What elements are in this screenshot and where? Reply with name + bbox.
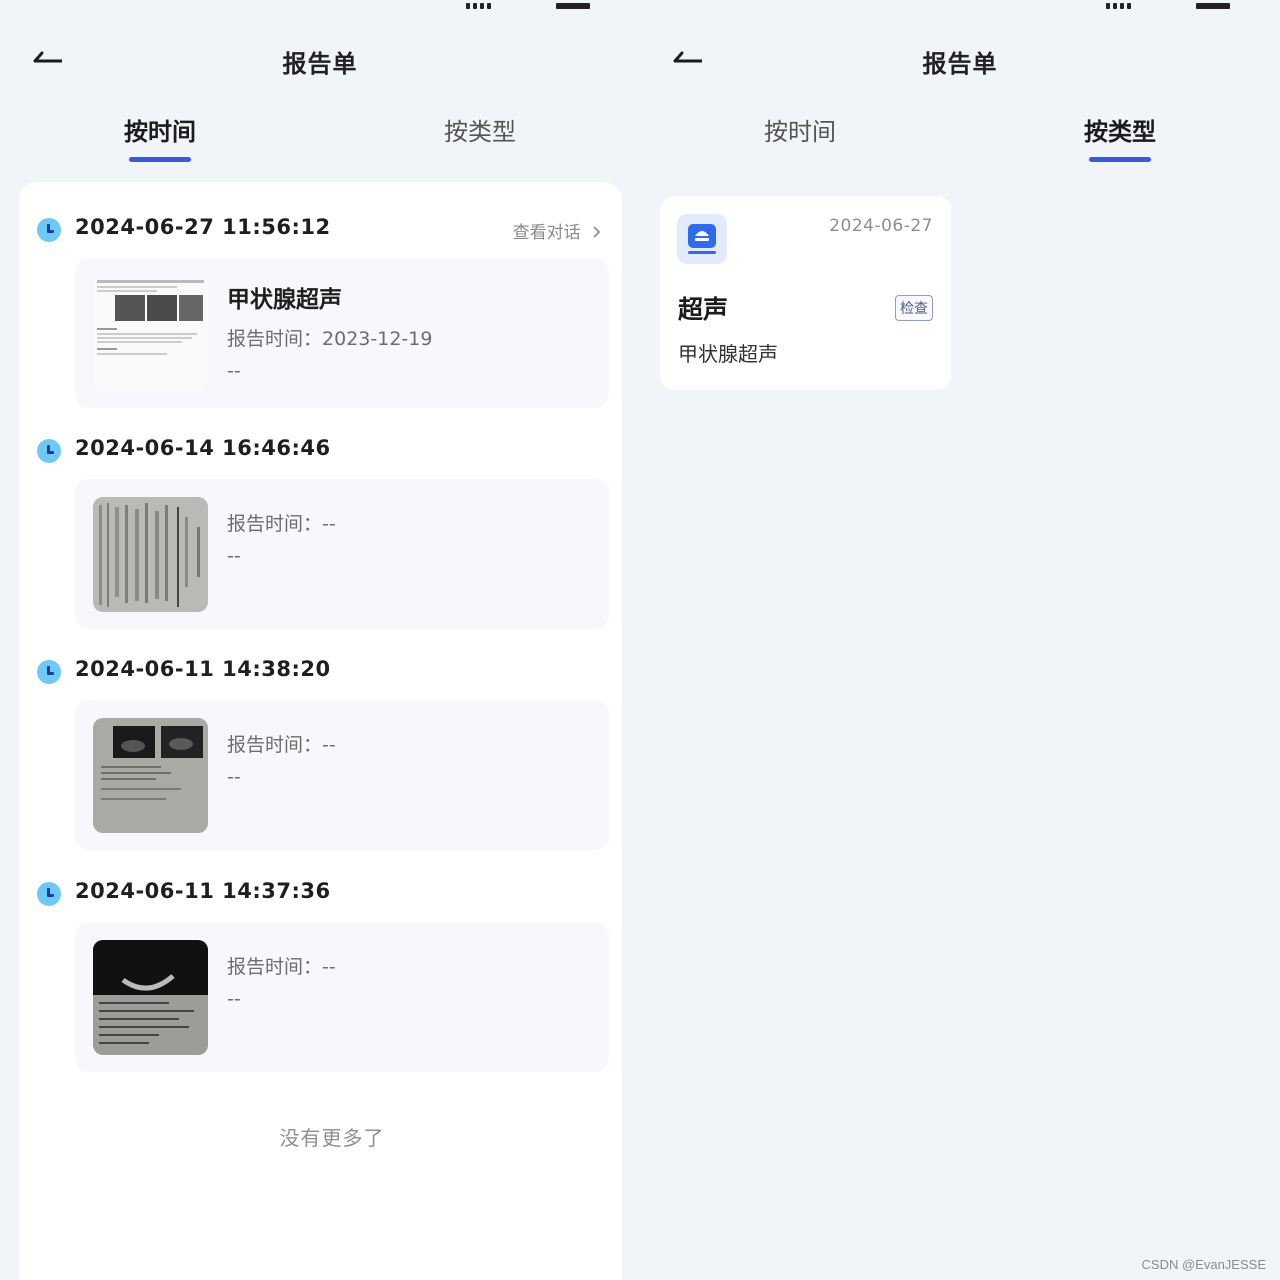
category-badge: 检查 — [895, 295, 933, 321]
clock-icon — [37, 660, 61, 684]
page-title: 报告单 — [282, 50, 358, 78]
report-item[interactable]: 报告时间：-- -- — [75, 922, 609, 1072]
report-thumbnail — [93, 940, 208, 1055]
report-extra: -- — [227, 988, 241, 1010]
report-time-row: 报告时间：-- — [227, 730, 336, 757]
report-time-value: -- — [322, 513, 336, 535]
report-time-row: 报告时间：-- — [227, 952, 336, 979]
ultrasound-icon — [677, 214, 727, 264]
tab-label: 按类型 — [444, 118, 516, 146]
group-timestamp: 2024-06-14 16:46:46 — [75, 436, 331, 460]
report-time-value: -- — [322, 956, 336, 978]
tab-active-indicator — [1089, 157, 1151, 162]
report-time-label: 报告时间： — [227, 513, 323, 535]
report-subtitle: 甲状腺超声 — [678, 342, 778, 366]
report-thumbnail — [93, 718, 208, 833]
report-item[interactable]: 报告时间：-- -- — [75, 479, 609, 629]
group-timestamp: 2024-06-11 14:37:36 — [75, 879, 331, 903]
tab-active-indicator — [129, 157, 191, 162]
report-item[interactable]: 甲状腺超声 报告时间：2023-12-19 -- — [75, 258, 609, 408]
report-title: 甲状腺超声 — [227, 287, 342, 313]
report-thumbnail — [93, 497, 208, 612]
report-item[interactable]: 报告时间：-- -- — [75, 700, 609, 850]
group-timestamp: 2024-06-11 14:38:20 — [75, 657, 331, 681]
view-conversation-label: 查看对话 — [512, 223, 581, 243]
clock-icon — [37, 882, 61, 906]
clock-icon — [37, 439, 61, 463]
report-time-label: 报告时间： — [227, 328, 323, 350]
tab-by-time[interactable]: 按时间 — [720, 112, 880, 168]
tab-by-time[interactable]: 按时间 — [80, 112, 240, 168]
chevron-right-icon — [593, 226, 601, 238]
status-bar-battery — [556, 0, 593, 9]
status-bar-signal — [1106, 0, 1134, 9]
report-extra: -- — [227, 545, 241, 567]
status-bar-signal — [466, 0, 494, 9]
report-time-row: 报告时间：-- — [227, 509, 336, 536]
report-list-by-type-screen: 报告单 按时间 按类型 2024-06-27 超声 检查 甲状腺超声 — [640, 0, 1280, 1280]
report-time-value: -- — [322, 734, 336, 756]
report-type-name: 超声 — [678, 295, 729, 324]
report-type-card[interactable]: 2024-06-27 超声 检查 甲状腺超声 — [660, 196, 951, 390]
report-extra: -- — [227, 360, 241, 382]
report-extra: -- — [227, 766, 241, 788]
tab-label: 按时间 — [124, 118, 196, 146]
view-conversation-link[interactable]: 查看对话 — [513, 218, 604, 243]
group-timestamp: 2024-06-27 11:56:12 — [75, 215, 331, 239]
report-time-label: 报告时间： — [227, 956, 323, 978]
report-list-by-time-screen: 报告单 按时间 按类型 2024-06-27 11:56:12 查看对话 甲状腺… — [0, 0, 640, 1280]
clock-icon — [37, 218, 61, 242]
tab-by-type[interactable]: 按类型 — [1040, 112, 1200, 168]
report-date: 2024-06-27 — [829, 216, 933, 236]
tab-label: 按类型 — [1084, 118, 1156, 146]
tab-by-type[interactable]: 按类型 — [400, 112, 560, 168]
report-thumbnail — [93, 276, 208, 391]
report-time-label: 报告时间： — [227, 734, 323, 756]
report-list: 2024-06-27 11:56:12 查看对话 甲状腺超声 报告时间：2023… — [19, 182, 622, 1280]
report-time-value: 2023-12-19 — [322, 328, 433, 350]
tab-label: 按时间 — [764, 118, 836, 146]
watermark: CSDN @EvanJESSE — [1141, 1257, 1266, 1272]
status-bar-battery — [1196, 0, 1233, 9]
page-title: 报告单 — [922, 50, 998, 78]
no-more-text: 没有更多了 — [279, 1126, 385, 1150]
report-time-row: 报告时间：2023-12-19 — [227, 324, 432, 351]
